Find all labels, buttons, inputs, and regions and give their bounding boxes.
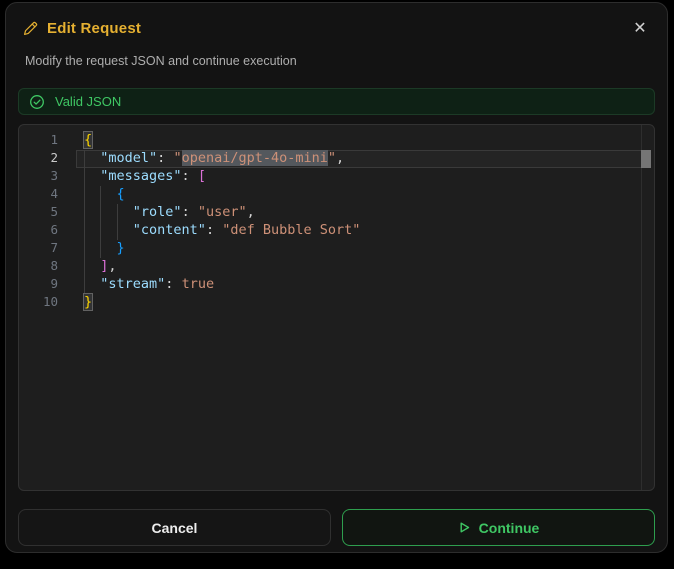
line-number: 6	[50, 222, 58, 237]
code-token: "user"	[197, 204, 247, 220]
code-token: :	[205, 222, 223, 238]
code-token: "content"	[132, 222, 206, 238]
dialog-header: Edit Request	[23, 17, 655, 39]
indent-guide	[84, 204, 85, 222]
line-number: 3	[50, 168, 58, 183]
code-line[interactable]: "content": "def Bubble Sort"	[76, 222, 642, 240]
code-token: "	[327, 150, 337, 166]
play-icon	[458, 521, 471, 534]
edit-request-dialog: Edit Request ✕ Modify the request JSON a…	[5, 2, 668, 553]
code-line[interactable]: ],	[76, 258, 642, 276]
overview-ruler-divider	[641, 125, 642, 490]
line-number: 1	[50, 132, 58, 147]
code-token: "model"	[100, 150, 158, 166]
indent-guide	[100, 222, 102, 240]
json-editor[interactable]: 1 2 3 4 5 6 7 8 9 10 { "model": "openai/gpt-4o-mi…	[18, 124, 655, 491]
indent-guide	[100, 240, 102, 258]
code-line[interactable]: "stream": true	[76, 276, 642, 294]
code-line[interactable]: }	[76, 293, 642, 312]
json-valid-banner: Valid JSON	[18, 88, 655, 115]
continue-label: Continue	[478, 519, 540, 536]
code-token: :	[181, 168, 198, 184]
json-valid-label: Valid JSON	[55, 94, 122, 109]
indent-guide	[84, 240, 85, 258]
code-line[interactable]: "messages": [	[76, 168, 642, 186]
indent-guide	[100, 186, 102, 204]
code-line[interactable]: {	[76, 131, 642, 150]
code-token: :	[165, 276, 182, 292]
code-token: "stream"	[100, 276, 166, 292]
indent-guide	[84, 150, 85, 168]
close-button[interactable]: ✕	[629, 17, 651, 39]
dialog-subtitle: Modify the request JSON and continue exe…	[25, 54, 297, 68]
code-token: }	[116, 240, 125, 256]
code-token: "messages"	[100, 168, 182, 184]
indent-guide	[84, 168, 85, 186]
code-line[interactable]: {	[76, 186, 642, 204]
editor-rows: { "model": "openai/gpt-4o-mini", "messag…	[76, 131, 642, 312]
pencil-icon	[23, 21, 38, 36]
dialog-title: Edit Request	[47, 19, 142, 37]
line-number: 2	[50, 150, 58, 165]
overview-ruler-selection-marker	[641, 150, 651, 168]
continue-button[interactable]: Continue	[342, 509, 655, 546]
code-token: ,	[108, 258, 117, 274]
code-token: {	[116, 186, 125, 202]
code-token: ,	[336, 150, 345, 166]
indent-guide	[116, 204, 118, 222]
line-number: 10	[42, 294, 58, 309]
code-token: "role"	[132, 204, 182, 220]
code-token: "	[173, 150, 182, 166]
indent-guide	[116, 222, 118, 240]
code-token: }	[82, 293, 94, 311]
code-token: openai/gpt-4o-mini	[181, 150, 328, 166]
code-line[interactable]: "role": "user",	[76, 204, 642, 222]
line-number: 9	[50, 276, 58, 291]
editor-gutter: 1 2 3 4 5 6 7 8 9 10	[19, 132, 58, 312]
indent-guide	[100, 204, 102, 222]
code-token: true	[181, 276, 215, 292]
code-token: ,	[246, 204, 255, 220]
code-token: {	[82, 131, 94, 149]
line-number: 8	[50, 258, 58, 273]
line-number: 4	[50, 186, 58, 201]
indent-guide	[84, 222, 85, 240]
line-number: 7	[50, 240, 58, 255]
code-token: "def Bubble Sort"	[222, 222, 361, 238]
line-number: 5	[50, 204, 58, 219]
indent-guide	[84, 258, 85, 276]
code-token: :	[181, 204, 198, 220]
indent-guide	[84, 276, 85, 294]
dialog-footer: Cancel Continue	[18, 509, 655, 546]
code-token: [	[197, 168, 206, 184]
indent-guide	[84, 186, 85, 204]
code-token: :	[157, 150, 174, 166]
cancel-button[interactable]: Cancel	[18, 509, 331, 546]
code-line[interactable]: }	[76, 240, 642, 258]
check-circle-icon	[29, 94, 45, 110]
code-line[interactable]: "model": "openai/gpt-4o-mini",	[76, 150, 642, 168]
